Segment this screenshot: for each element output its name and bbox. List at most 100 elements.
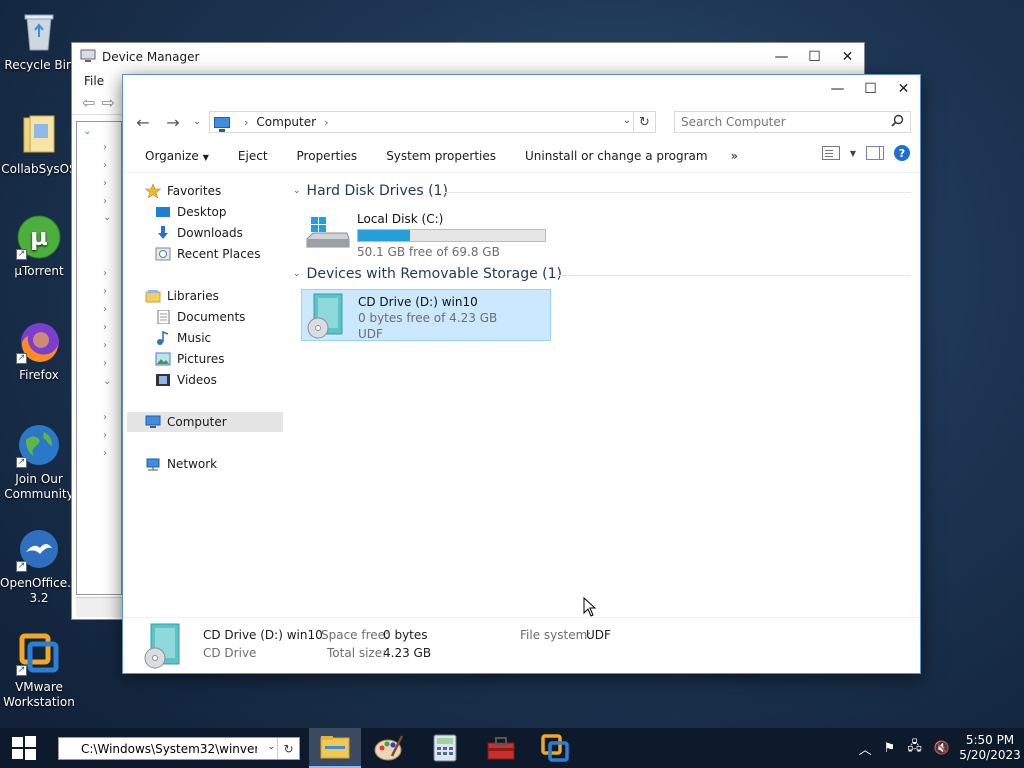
organize-button[interactable]: Organize ▼ (145, 149, 209, 163)
device-manager-titlebar[interactable]: Device Manager — ☐ ✕ (72, 43, 864, 71)
details-total-size-label: Total size: (327, 646, 387, 660)
tree-collapse-icon[interactable]: › (103, 304, 107, 315)
desktop-icon-collabsysos[interactable]: CollabSysOS (0, 112, 78, 177)
desktop-icon-label: Join Our Community (4, 472, 74, 501)
explorer-titlebar[interactable]: — ☐ ✕ (123, 75, 920, 105)
system-properties-button[interactable]: System properties (386, 149, 496, 163)
details-space-free-value: 0 bytes (383, 628, 428, 642)
clock[interactable]: 5:50 PM 5/20/2023 (956, 733, 1024, 763)
taskbar-calculator[interactable] (419, 728, 471, 768)
minimize-button[interactable]: — (765, 43, 798, 71)
back-arrow-icon[interactable]: ⇦ (82, 93, 95, 112)
nav-music[interactable]: Music (155, 328, 211, 348)
drive-item-c[interactable]: Local Disk (C:) 50.1 GB free of 69.8 GB (301, 207, 551, 259)
desktop-icon-firefox[interactable]: ↗ Firefox (0, 318, 78, 383)
tree-collapse-icon[interactable]: › (103, 448, 107, 459)
tree-collapse-icon[interactable]: › (103, 430, 107, 441)
taskbar-file-explorer[interactable] (309, 728, 361, 768)
help-icon[interactable]: ? (894, 145, 910, 161)
tree-collapse-icon[interactable]: › (103, 340, 107, 351)
desktop-icon-utorrent[interactable]: µ ↗ µTorrent (0, 214, 78, 279)
menu-file[interactable]: File (84, 74, 104, 88)
forward-button[interactable]: → (161, 111, 185, 133)
nav-recent-places[interactable]: Recent Places (155, 244, 260, 264)
refresh-button[interactable]: ↻ (633, 112, 655, 132)
nav-favorites[interactable]: Favorites (144, 181, 221, 201)
device-tree[interactable]: ⌄ › › › › ⌄ › › › › › › ⌄ › › › (76, 121, 122, 595)
search-icon[interactable] (891, 114, 904, 130)
change-view-icon[interactable] (821, 146, 840, 160)
nav-videos[interactable]: Videos (155, 370, 217, 390)
group-header-hdd[interactable]: ⌄ Hard Disk Drives (1) (293, 183, 448, 199)
taskbar-paint[interactable] (363, 728, 415, 768)
volume-muted-icon[interactable]: 🔇 (934, 741, 950, 756)
desktop-icon-openoffice[interactable]: ↗ OpenOffice... 3.2 (0, 526, 79, 606)
run-address-box[interactable]: ⌄ ↻ (58, 737, 300, 760)
view-options-chevron-icon[interactable]: ▼ (850, 149, 856, 158)
properties-button[interactable]: Properties (297, 149, 358, 163)
desktop-icon-vmware[interactable]: ↗ VMware Workstation (0, 630, 78, 710)
minimize-button[interactable]: — (821, 75, 854, 103)
forward-arrow-icon[interactable]: ⇨ (101, 93, 114, 112)
cd-drive-icon (306, 292, 346, 343)
search-input[interactable] (681, 115, 881, 129)
breadcrumb-computer[interactable]: Computer (256, 115, 316, 129)
globe-icon: ↗ (16, 422, 62, 468)
more-commands-button[interactable]: » (731, 149, 738, 163)
search-box[interactable] (674, 111, 911, 133)
close-button[interactable]: ✕ (831, 43, 864, 71)
taskbar-toolbox[interactable] (475, 728, 527, 768)
run-input[interactable] (81, 741, 257, 756)
show-hidden-icons-chevron-icon[interactable]: ︿ (859, 739, 872, 758)
tree-collapse-icon[interactable]: › (103, 196, 107, 207)
tree-collapse-icon[interactable]: › (103, 142, 107, 153)
explorer-window[interactable]: — ☐ ✕ ← → ⌄ › Computer › ⌄ ↻ Organize▼ E… (122, 74, 921, 674)
action-center-flag-icon[interactable]: ⚑ (884, 741, 896, 756)
collapse-chevron-icon[interactable]: ⌄ (293, 269, 301, 279)
vmware-icon: ↗ (16, 630, 62, 676)
close-button[interactable]: ✕ (887, 75, 920, 103)
tree-collapse-icon[interactable]: › (103, 358, 107, 369)
tree-collapse-icon[interactable]: › (103, 412, 107, 423)
network-status-icon[interactable]: 🖧 (907, 737, 922, 759)
tree-expand-icon[interactable]: ⌄ (83, 126, 91, 137)
tree-collapse-icon[interactable]: › (103, 178, 107, 189)
tree-collapse-icon[interactable]: › (103, 286, 107, 297)
uninstall-program-button[interactable]: Uninstall or change a program (525, 149, 708, 163)
nav-desktop[interactable]: Desktop (155, 202, 227, 222)
tree-expand-icon[interactable]: ⌄ (103, 376, 111, 387)
nav-computer[interactable]: Computer (127, 412, 283, 432)
start-button[interactable] (0, 728, 48, 768)
breadcrumb-separator[interactable]: › (324, 116, 328, 129)
drive-file-system: UDF (358, 327, 383, 341)
address-dropdown-icon[interactable]: ⌄ (623, 115, 631, 126)
device-manager-statusbar (76, 597, 122, 617)
nav-documents[interactable]: Documents (155, 307, 245, 327)
desktop-icon-recycle-bin[interactable]: Recycle Bin (0, 8, 78, 73)
maximize-button[interactable]: ☐ (854, 75, 887, 103)
collapse-chevron-icon[interactable]: ⌄ (293, 186, 301, 196)
recent-locations-chevron-icon[interactable]: ⌄ (191, 111, 203, 133)
nav-libraries[interactable]: Libraries (145, 286, 219, 306)
nav-pictures[interactable]: Pictures (155, 349, 225, 369)
run-refresh-icon[interactable]: ↻ (277, 738, 299, 759)
taskbar-vmware[interactable] (529, 728, 581, 768)
content-pane[interactable]: ⌄ Hard Disk Drives (1) Local Disk (C:) 5… (291, 173, 920, 618)
desktop-icon-join-community[interactable]: ↗ Join Our Community (0, 422, 78, 502)
nav-network[interactable]: Network (145, 454, 217, 474)
paint-palette-icon (374, 735, 404, 761)
tree-collapse-icon[interactable]: › (103, 160, 107, 171)
nav-downloads[interactable]: Downloads (155, 223, 243, 243)
address-bar[interactable]: › Computer › ⌄ ↻ (209, 111, 656, 133)
maximize-button[interactable]: ☐ (798, 43, 831, 71)
back-button[interactable]: ← (131, 111, 155, 133)
tree-collapse-icon[interactable]: › (103, 268, 107, 279)
drive-item-d[interactable]: CD Drive (D:) win10 0 bytes free of 4.23… (301, 289, 551, 341)
preview-pane-icon[interactable] (866, 146, 884, 160)
run-dropdown-icon[interactable]: ⌄ (267, 742, 275, 752)
eject-button[interactable]: Eject (238, 149, 268, 163)
tree-collapse-icon[interactable]: › (103, 322, 107, 333)
group-header-removable[interactable]: ⌄ Devices with Removable Storage (1) (293, 266, 562, 282)
breadcrumb-separator[interactable]: › (244, 116, 248, 129)
tree-expand-icon[interactable]: ⌄ (103, 212, 111, 223)
